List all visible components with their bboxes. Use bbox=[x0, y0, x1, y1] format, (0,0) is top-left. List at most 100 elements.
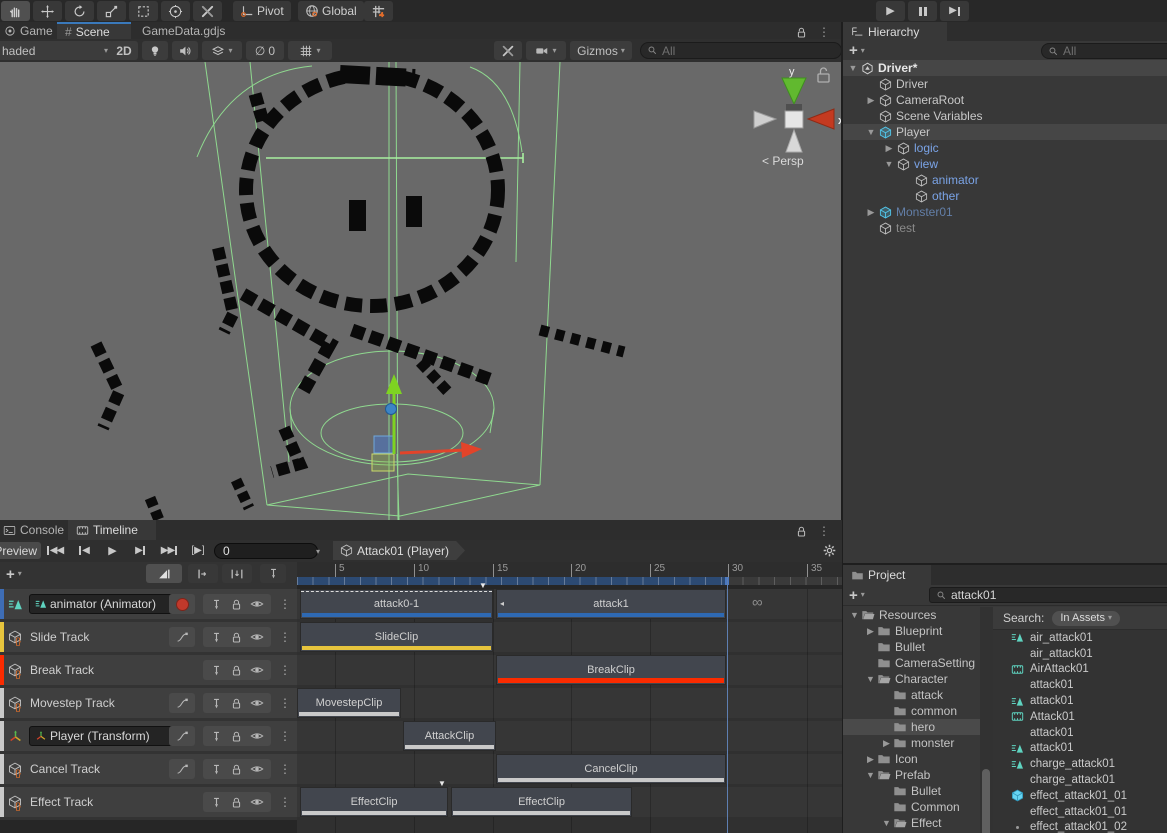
tree-scrollbar-thumb[interactable] bbox=[982, 769, 990, 833]
project-folder-item[interactable]: ▼▶ Bullet bbox=[843, 639, 980, 655]
project-folder-item[interactable]: ▼▶ Prefab bbox=[843, 767, 980, 783]
hierarchy-item[interactable]: ▼ ▶ Driver* bbox=[843, 60, 1167, 76]
hierarchy-item[interactable]: ▼ ▶ logic bbox=[843, 140, 1167, 156]
frame-field-dropdown-icon[interactable]: ▾ bbox=[316, 548, 320, 556]
mute-eye-icon[interactable] bbox=[250, 663, 264, 677]
gizmos-dropdown[interactable]: Gizmos▾ bbox=[570, 41, 632, 60]
project-folder-item[interactable]: ▼▶ Bullet bbox=[843, 783, 980, 799]
search-result-item[interactable]: effect_attack01_02 bbox=[993, 820, 1167, 833]
create-asset-button[interactable]: + bbox=[849, 587, 858, 604]
clip-slideclip[interactable]: SlideClip bbox=[300, 622, 493, 652]
pin-icon[interactable] bbox=[210, 796, 223, 809]
pin-icon[interactable] bbox=[210, 763, 223, 776]
track-menu-icon[interactable]: ⋮ bbox=[279, 729, 291, 743]
track-menu-icon[interactable]: ⋮ bbox=[279, 696, 291, 710]
track-movestep[interactable]: {} Movestep Track ⋮ bbox=[0, 688, 297, 718]
hierarchy-search-input[interactable]: All bbox=[1041, 43, 1167, 59]
track-slide[interactable]: {} Slide Track ⋮ bbox=[0, 622, 297, 652]
pin-icon[interactable] bbox=[210, 664, 223, 677]
timeline-marker-icon[interactable]: ▼ bbox=[479, 582, 487, 590]
clip-row-player[interactable] bbox=[297, 721, 842, 751]
track-effect[interactable]: {} Effect Track ⋮ bbox=[0, 787, 297, 817]
tab-timeline[interactable]: Timeline bbox=[68, 520, 156, 540]
scale-tool-button[interactable] bbox=[97, 1, 126, 21]
track-cancel[interactable]: {} Cancel Track ⋮ bbox=[0, 754, 297, 784]
hierarchy-item[interactable]: ▼ ▶ other bbox=[843, 188, 1167, 204]
track-menu-icon[interactable]: ⋮ bbox=[279, 630, 291, 644]
custom-tools-button[interactable] bbox=[193, 1, 222, 21]
track-menu-icon[interactable]: ⋮ bbox=[279, 762, 291, 776]
lock-icon[interactable] bbox=[230, 697, 243, 710]
play-timeline-button[interactable]: ▶ bbox=[100, 542, 124, 559]
collapse-arrow-icon[interactable]: ▶ bbox=[865, 95, 877, 106]
search-result-item[interactable]: effect_attack01_01 bbox=[993, 788, 1167, 804]
curves-button[interactable] bbox=[169, 759, 195, 779]
timeline-breadcrumb[interactable]: Attack01 (Player) bbox=[333, 541, 465, 560]
pin-icon[interactable] bbox=[210, 598, 223, 611]
tab-console[interactable]: Console bbox=[0, 520, 66, 540]
folder-expand-arrow-icon[interactable]: ▼▶ bbox=[865, 770, 876, 780]
pin-icon[interactable] bbox=[210, 730, 223, 743]
project-folder-item[interactable]: ▼▶ Resources bbox=[843, 607, 980, 623]
project-folder-item[interactable]: ▼▶ Blueprint bbox=[843, 623, 980, 639]
transform-tool-button[interactable] bbox=[161, 1, 190, 21]
projection-mode-label[interactable]: < Persp bbox=[762, 154, 804, 168]
hierarchy-item[interactable]: ▼ ▶ test bbox=[843, 220, 1167, 236]
create-object-button[interactable]: + bbox=[849, 42, 858, 59]
shading-mode-dropdown[interactable]: haded ▾ bbox=[0, 41, 114, 60]
search-result-item[interactable]: attack01 bbox=[993, 741, 1167, 757]
create-dropdown-icon[interactable]: ▾ bbox=[861, 591, 865, 599]
project-folder-item[interactable]: ▼▶ Icon bbox=[843, 751, 980, 767]
preview-toggle-button[interactable]: Preview bbox=[0, 542, 41, 559]
track-animator[interactable]: animator (Animator) ◎ ⋮ bbox=[0, 589, 297, 619]
go-to-start-button[interactable]: ◀◀ bbox=[42, 542, 68, 559]
move-tool-button[interactable] bbox=[33, 1, 62, 21]
add-track-button[interactable]: + bbox=[6, 566, 15, 583]
curves-button[interactable] bbox=[169, 693, 195, 713]
lock-icon[interactable] bbox=[230, 730, 243, 743]
global-toggle-button[interactable]: Global bbox=[298, 1, 364, 21]
pin-icon[interactable] bbox=[210, 697, 223, 710]
tab-game[interactable]: Game bbox=[0, 22, 54, 39]
playhead-line[interactable] bbox=[727, 577, 728, 833]
mute-eye-icon[interactable] bbox=[250, 597, 264, 611]
mute-eye-icon[interactable] bbox=[250, 696, 264, 710]
track-binding-field[interactable]: Player (Transform) ◎ bbox=[29, 726, 189, 746]
go-to-end-button[interactable]: ▶▶ bbox=[156, 542, 182, 559]
collapse-arrow-icon[interactable]: ▶ bbox=[865, 207, 877, 218]
search-result-item[interactable]: air_attack01 bbox=[993, 630, 1167, 646]
search-result-item[interactable]: effect_attack01_01 bbox=[993, 804, 1167, 820]
pin-icon[interactable] bbox=[210, 631, 223, 644]
frame-field[interactable]: 0 bbox=[214, 543, 318, 559]
search-scope-dropdown[interactable]: In Assets ▾ bbox=[1052, 611, 1120, 626]
rect-tool-button[interactable] bbox=[129, 1, 158, 21]
project-folder-item[interactable]: ▼▶ monster bbox=[843, 735, 980, 751]
pivot-toggle-button[interactable]: Pivot bbox=[233, 1, 291, 21]
expand-arrow-icon[interactable]: ▼ bbox=[847, 63, 859, 73]
scene-effects-dropdown[interactable]: ▾ bbox=[202, 41, 242, 60]
scene-camera-dropdown[interactable]: ▾ bbox=[526, 41, 566, 60]
clip-attack0-1[interactable]: attack0-1 bbox=[300, 589, 493, 619]
project-folder-item[interactable]: ▼▶ hero bbox=[843, 719, 980, 735]
expand-arrow-icon[interactable]: ▼ bbox=[865, 127, 877, 137]
lock-icon[interactable] bbox=[230, 598, 243, 611]
scene-search-input[interactable]: All bbox=[640, 42, 842, 59]
marker-toggle-button[interactable] bbox=[260, 564, 286, 583]
timeline-marker-icon[interactable]: ▼ bbox=[438, 780, 446, 788]
curves-button[interactable] bbox=[169, 627, 195, 647]
scene-viewport[interactable]: y x < Persp bbox=[0, 62, 842, 520]
search-result-item[interactable]: charge_attack01 bbox=[993, 756, 1167, 772]
folder-expand-arrow-icon[interactable]: ▼▶ bbox=[865, 626, 876, 637]
hierarchy-item[interactable]: ▼ ▶ view bbox=[843, 156, 1167, 172]
lock-icon[interactable] bbox=[795, 26, 808, 39]
create-dropdown-icon[interactable]: ▾ bbox=[861, 47, 865, 55]
folder-expand-arrow-icon[interactable]: ▼▶ bbox=[849, 610, 860, 620]
previous-frame-button[interactable]: ◀ bbox=[72, 542, 96, 559]
scene-tools-button[interactable] bbox=[494, 41, 522, 60]
search-result-item[interactable]: attack01 bbox=[993, 725, 1167, 741]
track-menu-icon[interactable]: ⋮ bbox=[279, 663, 291, 677]
tree-scrollbar-track[interactable] bbox=[980, 607, 993, 833]
search-result-item[interactable]: attack01 bbox=[993, 693, 1167, 709]
hidden-objects-button[interactable]: ∅0 bbox=[246, 41, 284, 60]
clip-attack1[interactable]: ◂ attack1 bbox=[496, 589, 726, 619]
